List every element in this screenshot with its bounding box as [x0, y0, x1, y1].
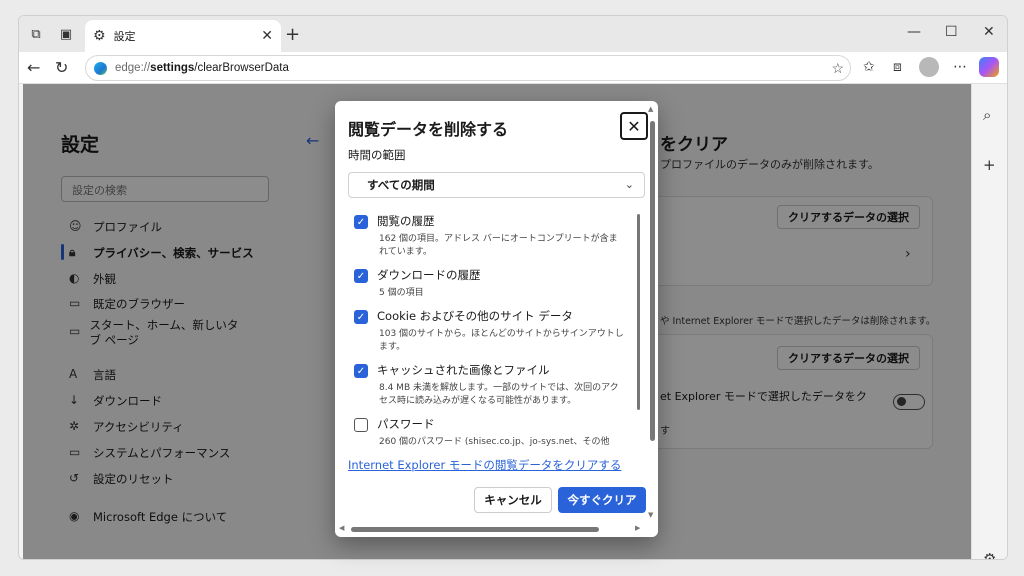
data-type-list: ✓ 閲覧の履歴 162 個の項目。アドレス バーにオートコンプリートが含まれてい…	[348, 209, 638, 446]
scroll-up-icon[interactable]: ▲	[648, 105, 653, 113]
close-tab-icon[interactable]: ✕	[261, 28, 273, 44]
scroll-right-icon[interactable]: ▶	[635, 524, 640, 532]
clear-now-button[interactable]: 今すぐクリア	[558, 487, 646, 513]
title-bar: ⧉ ▣ ⚙ 設定 ✕ + — ☐ ✕	[19, 16, 1007, 52]
clear-browsing-data-dialog: 閲覧データを削除する ✕ 時間の範囲 すべての期間 ⌄ ✓ 閲覧の履歴 162 …	[335, 101, 658, 537]
refresh-icon[interactable]: ↻	[55, 58, 68, 77]
screenshot-icon[interactable]: ⧈	[893, 59, 902, 75]
url-host: settings	[150, 62, 195, 74]
new-tab-button[interactable]: +	[285, 24, 300, 45]
option-label: パスワード	[377, 417, 435, 431]
tab-settings[interactable]: ⚙ 設定 ✕	[85, 20, 281, 52]
dialog-title: 閲覧データを削除する	[348, 120, 509, 139]
dialog-vertical-scrollbar[interactable]: ▲ ▼	[648, 105, 656, 523]
option-desc: 103 個のサイトから。ほとんどのサイトからサインアウトします。	[379, 329, 624, 352]
scroll-left-icon[interactable]: ◀	[339, 524, 344, 532]
tab-title: 設定	[113, 30, 136, 43]
dialog-horizontal-scrollbar[interactable]: ◀ ▶	[339, 524, 645, 533]
minimize-icon[interactable]: —	[907, 24, 921, 40]
close-window-icon[interactable]: ✕	[983, 24, 995, 40]
back-icon[interactable]: ←	[27, 58, 40, 77]
checkbox-cache[interactable]: ✓	[354, 364, 368, 378]
add-icon[interactable]: +	[983, 156, 996, 174]
checkbox-browsing-history[interactable]: ✓	[354, 215, 368, 229]
maximize-icon[interactable]: ☐	[945, 24, 958, 40]
cancel-button[interactable]: キャンセル	[474, 487, 552, 513]
gear-icon: ⚙	[93, 28, 106, 44]
option-label: キャッシュされた画像とファイル	[377, 363, 550, 377]
avatar[interactable]	[919, 57, 939, 77]
vertical-tabs-icon[interactable]: ▣	[57, 25, 75, 43]
close-icon[interactable]: ✕	[620, 112, 648, 140]
time-range-value: すべての期間	[367, 178, 435, 192]
search-icon[interactable]: ⌕	[983, 106, 991, 124]
url-protocol: edge://	[115, 62, 151, 74]
favorites-icon[interactable]: ✩	[863, 59, 875, 75]
address-bar[interactable]: edge:// settings /clearBrowserData ☆	[85, 55, 851, 81]
copilot-icon[interactable]	[979, 57, 999, 77]
option-label: ダウンロードの履歴	[377, 268, 481, 282]
sidebar-settings-icon[interactable]: ⚙	[983, 550, 996, 559]
address-toolbar: ← ↻ edge:// settings /clearBrowserData ☆…	[19, 52, 1007, 84]
scroll-thumb[interactable]	[650, 121, 655, 441]
edge-logo-icon	[94, 61, 107, 75]
chevron-down-icon: ⌄	[624, 178, 634, 191]
ie-clear-link[interactable]: Internet Explorer モードの閲覧データをクリアする	[348, 457, 621, 473]
option-desc: 5 個の項目	[379, 288, 424, 298]
edge-sidebar: ⌕ + ⚙	[971, 84, 1007, 559]
option-label: 閲覧の履歴	[377, 214, 435, 228]
checkbox-cookies[interactable]: ✓	[354, 310, 368, 324]
list-scrollbar[interactable]	[637, 214, 640, 410]
option-label: Cookie およびその他のサイト データ	[377, 309, 573, 323]
favorite-star-icon[interactable]: ☆	[831, 60, 844, 77]
hscroll-thumb[interactable]	[351, 527, 599, 532]
workspaces-icon[interactable]: ⧉	[27, 25, 45, 43]
scroll-down-icon[interactable]: ▼	[648, 511, 653, 519]
option-desc: 8.4 MB 未満を解放します。一部のサイトでは、次回のアクセス時に読み込みが遅…	[379, 383, 619, 406]
url-path: /clearBrowserData	[194, 62, 289, 74]
option-desc: 162 個の項目。アドレス バーにオートコンプリートが含まれています。	[379, 234, 618, 257]
time-range-label: 時間の範囲	[348, 148, 406, 162]
option-desc: 260 個のパスワード (shisec.co.jp、jo-sys.net、その他	[379, 437, 610, 446]
more-menu-icon[interactable]: ⋯	[953, 59, 967, 75]
checkbox-download-history[interactable]: ✓	[354, 269, 368, 283]
time-range-select[interactable]: すべての期間 ⌄	[348, 172, 645, 198]
checkbox-passwords[interactable]: ✓	[354, 418, 368, 432]
